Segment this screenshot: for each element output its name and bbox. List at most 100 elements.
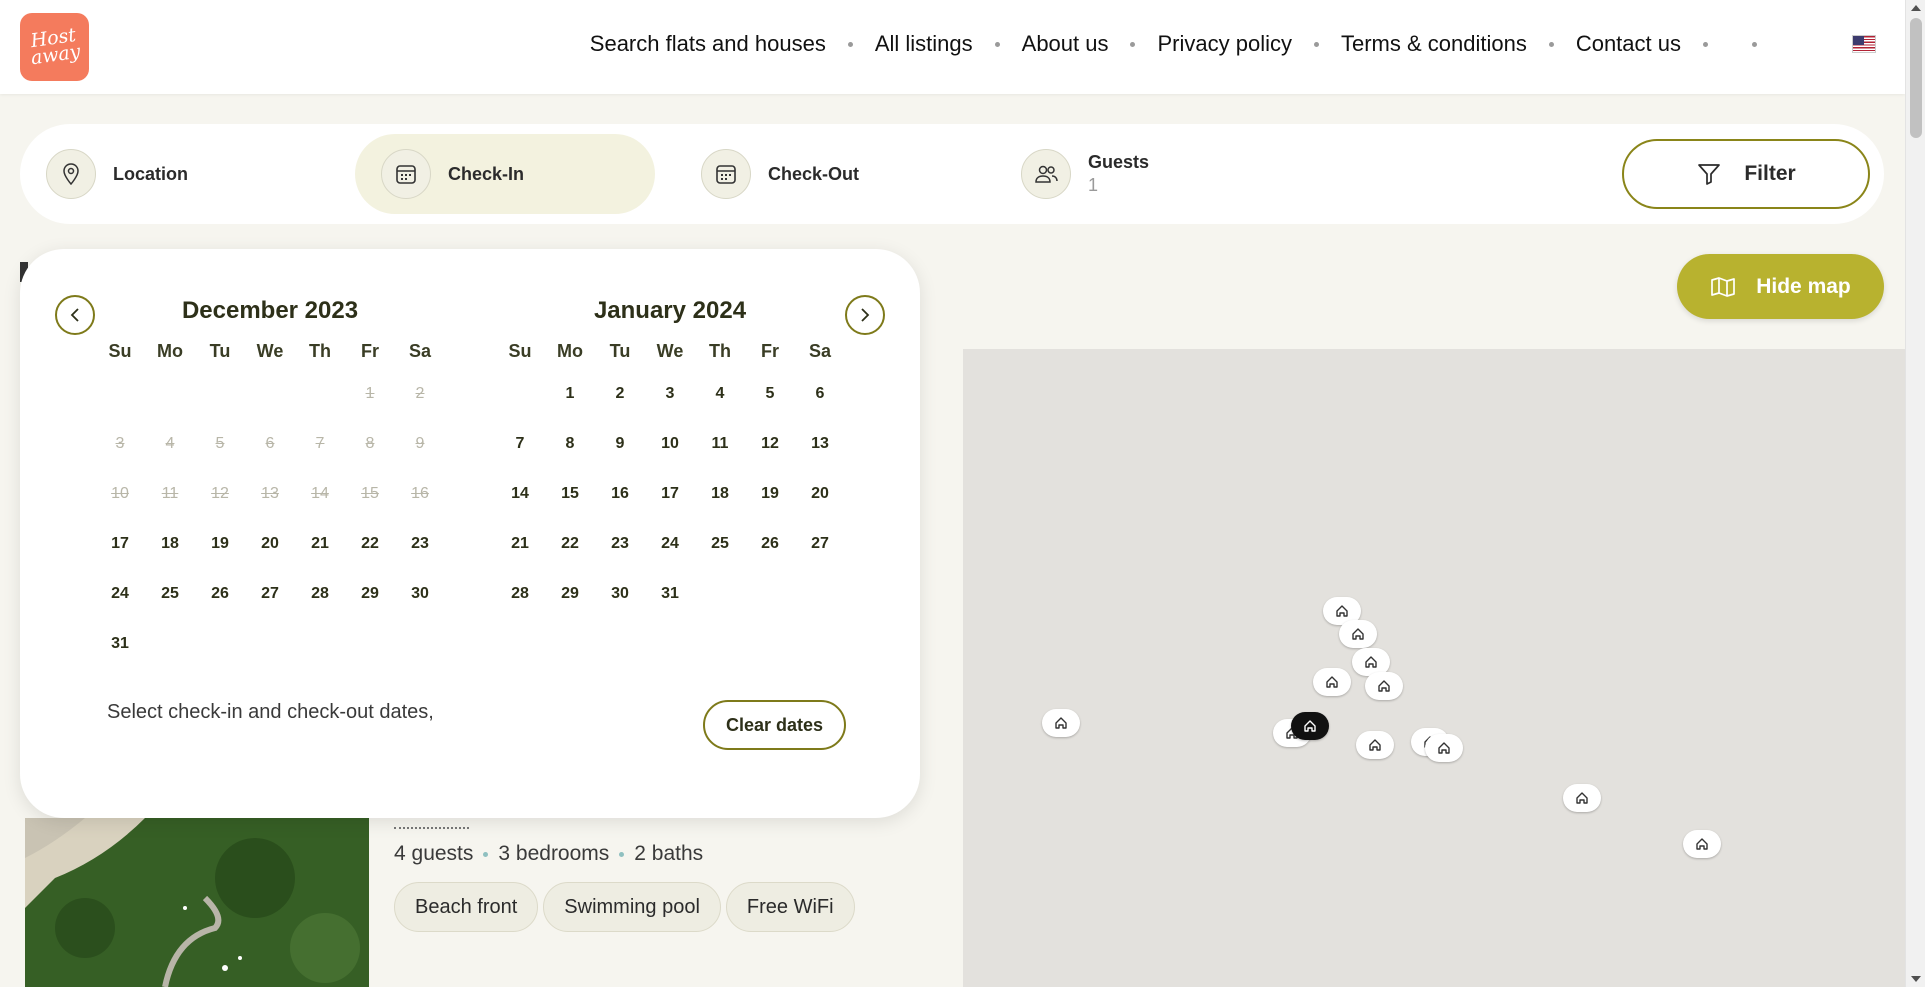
guests-label: Guests [1088, 152, 1150, 172]
listing-photo[interactable] [25, 818, 369, 987]
check-in-field[interactable]: Check-In [355, 134, 655, 214]
filter-button[interactable]: Filter [1622, 139, 1870, 209]
map-marker[interactable] [1425, 734, 1463, 762]
day-cell[interactable]: 14 [495, 469, 545, 519]
nav-separator [1703, 41, 1708, 47]
day-cell[interactable]: 15 [545, 469, 595, 519]
day-cell[interactable]: 31 [95, 619, 145, 669]
day-cell[interactable]: 29 [345, 569, 395, 619]
day-cell[interactable]: 5 [745, 369, 795, 419]
map-marker[interactable] [1313, 668, 1351, 696]
day-cell[interactable]: 17 [95, 519, 145, 569]
day-cell[interactable]: 22 [345, 519, 395, 569]
day-cell[interactable]: 8 [545, 419, 595, 469]
listings-map[interactable] [963, 349, 1905, 987]
day-empty [145, 369, 195, 419]
nav-separator [1548, 41, 1554, 47]
listing-bedrooms: 3 bedrooms [498, 842, 610, 865]
tag-free-wifi: Free WiFi [725, 882, 855, 932]
day-cell[interactable]: 27 [245, 569, 295, 619]
day-cell[interactable]: 25 [695, 519, 745, 569]
day-cell[interactable]: 11 [695, 419, 745, 469]
weekday-label: Tu [609, 341, 631, 361]
site-header: Host away Search flats and houses All li… [0, 0, 1905, 94]
day-cell-disabled: 1 [365, 385, 375, 402]
scrollbar-thumb[interactable] [1910, 18, 1922, 138]
map-marker-selected[interactable] [1291, 712, 1329, 740]
nav-terms[interactable]: Terms & conditions [1341, 31, 1527, 57]
chevron-left-icon [70, 308, 79, 322]
nav-all-listings[interactable]: All listings [875, 31, 973, 57]
day-cell[interactable]: 18 [145, 519, 195, 569]
scroll-down-arrow[interactable] [1911, 976, 1921, 982]
weekday-label: Sa [808, 341, 832, 361]
day-cell[interactable]: 28 [295, 569, 345, 619]
day-cell[interactable]: 24 [95, 569, 145, 619]
day-cell[interactable]: 6 [795, 369, 845, 419]
day-cell-disabled: 10 [111, 485, 129, 502]
day-cell[interactable]: 21 [495, 519, 545, 569]
day-cell[interactable]: 10 [645, 419, 695, 469]
weekday-label: Th [309, 341, 331, 361]
map-marker[interactable] [1339, 620, 1377, 648]
check-out-field[interactable]: Check-Out [675, 134, 975, 214]
day-cell[interactable]: 24 [645, 519, 695, 569]
next-month-button[interactable] [845, 295, 885, 335]
map-marker[interactable] [1042, 709, 1080, 737]
day-cell[interactable]: 30 [595, 569, 645, 619]
day-cell[interactable]: 12 [745, 419, 795, 469]
day-cell[interactable]: 25 [145, 569, 195, 619]
map-marker[interactable] [1683, 830, 1721, 858]
nav-about-us[interactable]: About us [1022, 31, 1109, 57]
meta-separator [619, 851, 625, 857]
hostaway-logo[interactable]: Host away [20, 13, 89, 81]
guests-field[interactable]: Guests 1 [995, 134, 1295, 214]
day-cell[interactable]: 23 [395, 519, 445, 569]
day-cell[interactable]: 30 [395, 569, 445, 619]
day-cell[interactable]: 2 [595, 369, 645, 419]
day-empty [195, 369, 245, 419]
clear-dates-button[interactable]: Clear dates [703, 700, 846, 750]
nav-contact-us[interactable]: Contact us [1576, 31, 1681, 57]
day-cell[interactable]: 21 [295, 519, 345, 569]
day-cell[interactable]: 22 [545, 519, 595, 569]
nav-privacy-policy[interactable]: Privacy policy [1157, 31, 1291, 57]
prev-month-button[interactable] [55, 295, 95, 335]
day-cell[interactable]: 9 [595, 419, 645, 469]
day-cell[interactable]: 18 [695, 469, 745, 519]
day-cell[interactable]: 4 [695, 369, 745, 419]
page-scrollbar[interactable] [1905, 0, 1925, 987]
day-cell-disabled: 5 [215, 435, 225, 452]
day-cell[interactable]: 28 [495, 569, 545, 619]
day-cell[interactable]: 26 [195, 569, 245, 619]
map-marker[interactable] [1356, 731, 1394, 759]
month-december: December 2023 Su Mo Tu We Th Fr Sa 12345… [95, 297, 445, 669]
day-cell[interactable]: 26 [745, 519, 795, 569]
scroll-up-arrow[interactable] [1911, 5, 1921, 11]
day-cell[interactable]: 1 [545, 369, 595, 419]
check-out-label: Check-Out [768, 163, 860, 184]
month-january: January 2024 Su Mo Tu We Th Fr Sa 123456… [495, 297, 845, 619]
map-marker[interactable] [1365, 672, 1403, 700]
day-cell[interactable]: 13 [795, 419, 845, 469]
day-cell[interactable]: 7 [495, 419, 545, 469]
day-cell-disabled: 8 [365, 435, 375, 452]
location-field[interactable]: Location [20, 134, 320, 214]
day-cell[interactable]: 16 [595, 469, 645, 519]
map-marker[interactable] [1563, 784, 1601, 812]
day-cell[interactable]: 20 [245, 519, 295, 569]
nav-search[interactable]: Search flats and houses [590, 31, 826, 57]
check-in-label: Check-In [448, 163, 525, 184]
us-flag-icon[interactable] [1852, 35, 1876, 53]
location-label: Location [113, 163, 188, 184]
day-cell[interactable]: 31 [645, 569, 695, 619]
day-cell[interactable]: 29 [545, 569, 595, 619]
day-cell[interactable]: 17 [645, 469, 695, 519]
day-cell[interactable]: 19 [745, 469, 795, 519]
day-cell[interactable]: 23 [595, 519, 645, 569]
day-cell[interactable]: 27 [795, 519, 845, 569]
day-cell[interactable]: 20 [795, 469, 845, 519]
hide-map-button[interactable]: Hide map [1677, 254, 1884, 319]
day-cell[interactable]: 3 [645, 369, 695, 419]
day-cell[interactable]: 19 [195, 519, 245, 569]
